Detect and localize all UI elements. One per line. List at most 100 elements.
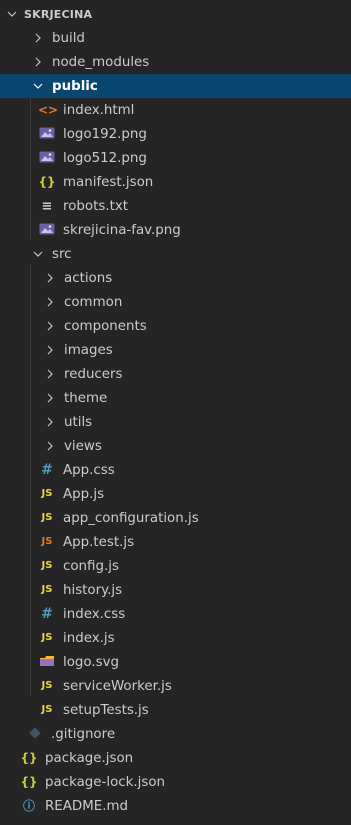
file-label: skrejicina-fav.png [63, 222, 181, 238]
file-gitignore[interactable]: .gitignore [0, 722, 351, 746]
file-readme-md[interactable]: ⓘ README.md [0, 794, 351, 818]
js-file-icon: JS [41, 704, 53, 715]
js-file-icon: JS [41, 512, 53, 523]
folder-public[interactable]: public [0, 74, 351, 98]
file-setup-tests-js[interactable]: JS setupTests.js [0, 698, 351, 722]
file-app-js[interactable]: JS App.js [0, 482, 351, 506]
css-file-icon: # [41, 606, 53, 622]
folder-node-modules[interactable]: node_modules [0, 50, 351, 74]
file-robots-txt[interactable]: ≡ robots.txt [0, 194, 351, 218]
file-label: package.json [45, 750, 134, 766]
file-history-js[interactable]: JS history.js [0, 578, 351, 602]
chevron-right-icon [42, 297, 58, 307]
folder-label: reducers [64, 366, 123, 382]
file-label: index.css [63, 606, 126, 622]
file-label: manifest.json [63, 174, 154, 190]
file-logo512-png[interactable]: logo512.png [0, 146, 351, 170]
chevron-right-icon [42, 345, 58, 355]
folder-actions[interactable]: actions [0, 266, 351, 290]
chevron-down-icon [4, 9, 20, 19]
js-test-file-icon: JS [41, 536, 53, 547]
json-file-icon: {} [20, 751, 38, 765]
folder-views[interactable]: views [0, 434, 351, 458]
file-label: logo512.png [63, 150, 147, 166]
file-app-test-js[interactable]: JS App.test.js [0, 530, 351, 554]
folder-label: views [64, 438, 102, 454]
explorer-root-label: SKRJECINA [24, 7, 93, 21]
chevron-right-icon [42, 417, 58, 427]
file-package-json[interactable]: {} package.json [0, 746, 351, 770]
folder-label: src [52, 246, 72, 262]
chevron-right-icon [30, 57, 46, 67]
folder-build[interactable]: build [0, 26, 351, 50]
file-app-css[interactable]: # App.css [0, 458, 351, 482]
file-app-configuration-js[interactable]: JS app_configuration.js [0, 506, 351, 530]
chevron-right-icon [42, 393, 58, 403]
css-file-icon: # [41, 462, 53, 478]
file-index-html[interactable]: <> index.html [0, 98, 351, 122]
image-file-icon [38, 151, 56, 165]
file-label: index.js [63, 630, 115, 646]
file-label: config.js [63, 558, 119, 574]
js-file-icon: JS [41, 584, 53, 595]
file-label: App.test.js [63, 534, 135, 550]
folder-src[interactable]: src [0, 242, 351, 266]
folder-theme[interactable]: theme [0, 386, 351, 410]
json-file-icon: {} [38, 175, 56, 189]
file-label: README.md [45, 798, 129, 814]
folder-images[interactable]: images [0, 338, 351, 362]
js-file-icon: JS [41, 560, 53, 571]
js-file-icon: JS [41, 680, 53, 691]
file-service-worker-js[interactable]: JS serviceWorker.js [0, 674, 351, 698]
file-label: app_configuration.js [63, 510, 199, 526]
file-label: App.css [63, 462, 115, 478]
git-file-icon [26, 727, 44, 741]
file-label: robots.txt [63, 198, 129, 214]
file-index-css[interactable]: # index.css [0, 602, 351, 626]
file-manifest-json[interactable]: {} manifest.json [0, 170, 351, 194]
folder-label: images [64, 342, 113, 358]
chevron-down-icon [30, 81, 46, 91]
folder-label: actions [64, 270, 113, 286]
file-label: logo.svg [63, 654, 120, 670]
js-file-icon: JS [41, 488, 53, 499]
file-logo192-png[interactable]: logo192.png [0, 122, 351, 146]
file-config-js[interactable]: JS config.js [0, 554, 351, 578]
chevron-right-icon [42, 321, 58, 331]
file-label: serviceWorker.js [63, 678, 172, 694]
image-file-icon [38, 223, 56, 237]
folder-label: components [64, 318, 147, 334]
file-label: index.html [63, 102, 135, 118]
file-package-lock-json[interactable]: {} package-lock.json [0, 770, 351, 794]
folder-label: theme [64, 390, 108, 406]
folder-label: build [52, 30, 85, 46]
folder-common[interactable]: common [0, 290, 351, 314]
file-logo-svg[interactable]: logo.svg [0, 650, 351, 674]
chevron-right-icon [42, 273, 58, 283]
image-file-icon [38, 127, 56, 141]
folder-label: common [64, 294, 123, 310]
file-explorer: SKRJECINA build node_modules public <> i… [0, 0, 351, 825]
file-label: history.js [63, 582, 123, 598]
file-label: App.js [63, 486, 105, 502]
folder-reducers[interactable]: reducers [0, 362, 351, 386]
file-label: setupTests.js [63, 702, 149, 718]
html-file-icon: <> [38, 103, 59, 117]
chevron-right-icon [42, 369, 58, 379]
folder-label: node_modules [52, 54, 150, 70]
file-label: package-lock.json [45, 774, 166, 790]
js-file-icon: JS [41, 632, 53, 643]
explorer-root-folder[interactable]: SKRJECINA [0, 3, 351, 25]
svg-file-icon [38, 655, 56, 669]
json-file-icon: {} [20, 775, 38, 789]
folder-label: public [52, 78, 98, 94]
chevron-down-icon [30, 249, 46, 259]
file-label: .gitignore [51, 726, 116, 742]
info-icon: ⓘ [22, 799, 35, 813]
file-skrejicina-fav-png[interactable]: skrejicina-fav.png [0, 218, 351, 242]
folder-utils[interactable]: utils [0, 410, 351, 434]
file-label: logo192.png [63, 126, 147, 142]
folder-components[interactable]: components [0, 314, 351, 338]
file-index-js[interactable]: JS index.js [0, 626, 351, 650]
chevron-right-icon [30, 33, 46, 43]
